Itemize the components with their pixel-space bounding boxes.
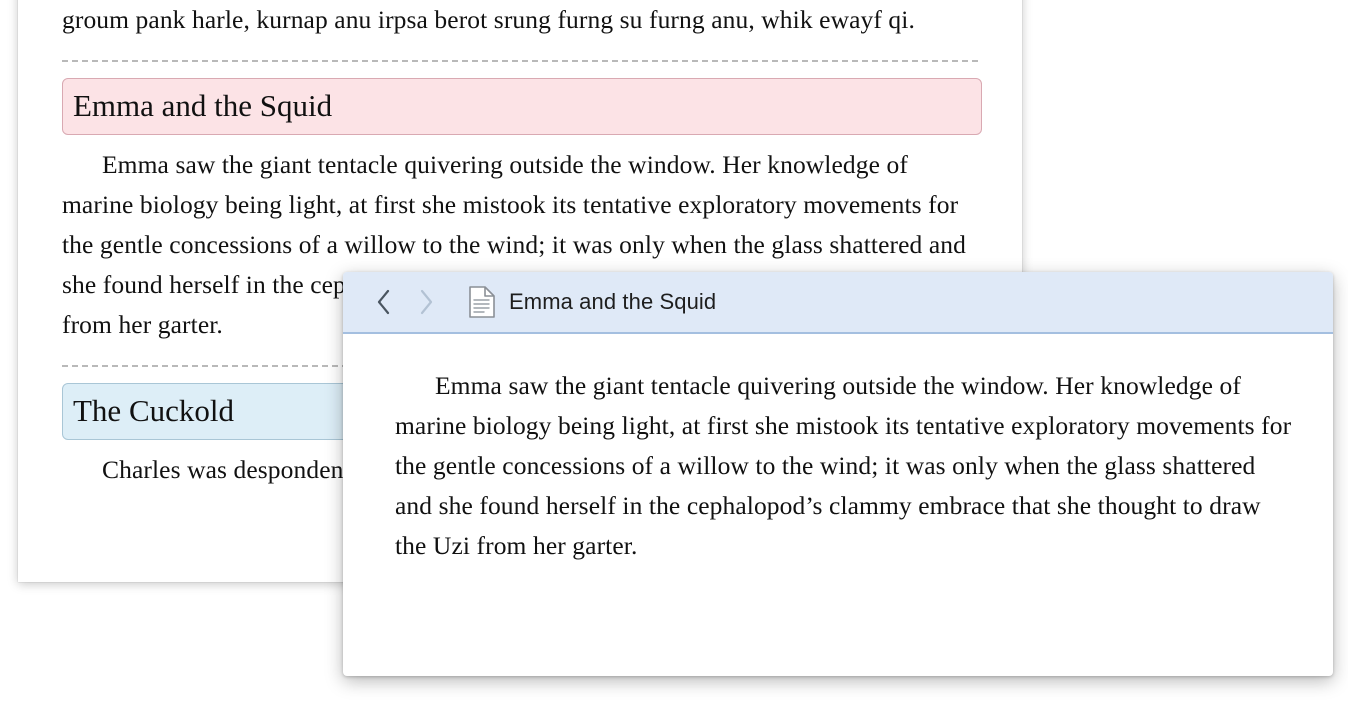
popup-content: Emma saw the giant tentacle quivering ou… (343, 334, 1333, 566)
document-icon (469, 286, 495, 318)
section-divider (62, 60, 978, 62)
popup-paragraph: Emma saw the giant tentacle quivering ou… (395, 371, 1292, 560)
popup-titlebar: Emma and the Squid (343, 272, 1333, 334)
section-heading-emma-and-the-squid[interactable]: Emma and the Squid (62, 78, 982, 135)
popup-title: Emma and the Squid (509, 289, 717, 314)
forward-chevron-icon[interactable] (409, 285, 443, 319)
back-chevron-icon[interactable] (367, 285, 401, 319)
intro-paragraph: groum pank harle, kurnap anu irpsa berot… (62, 5, 915, 34)
popup-preview-window[interactable]: Emma and the Squid Emma saw the giant te… (343, 272, 1333, 676)
